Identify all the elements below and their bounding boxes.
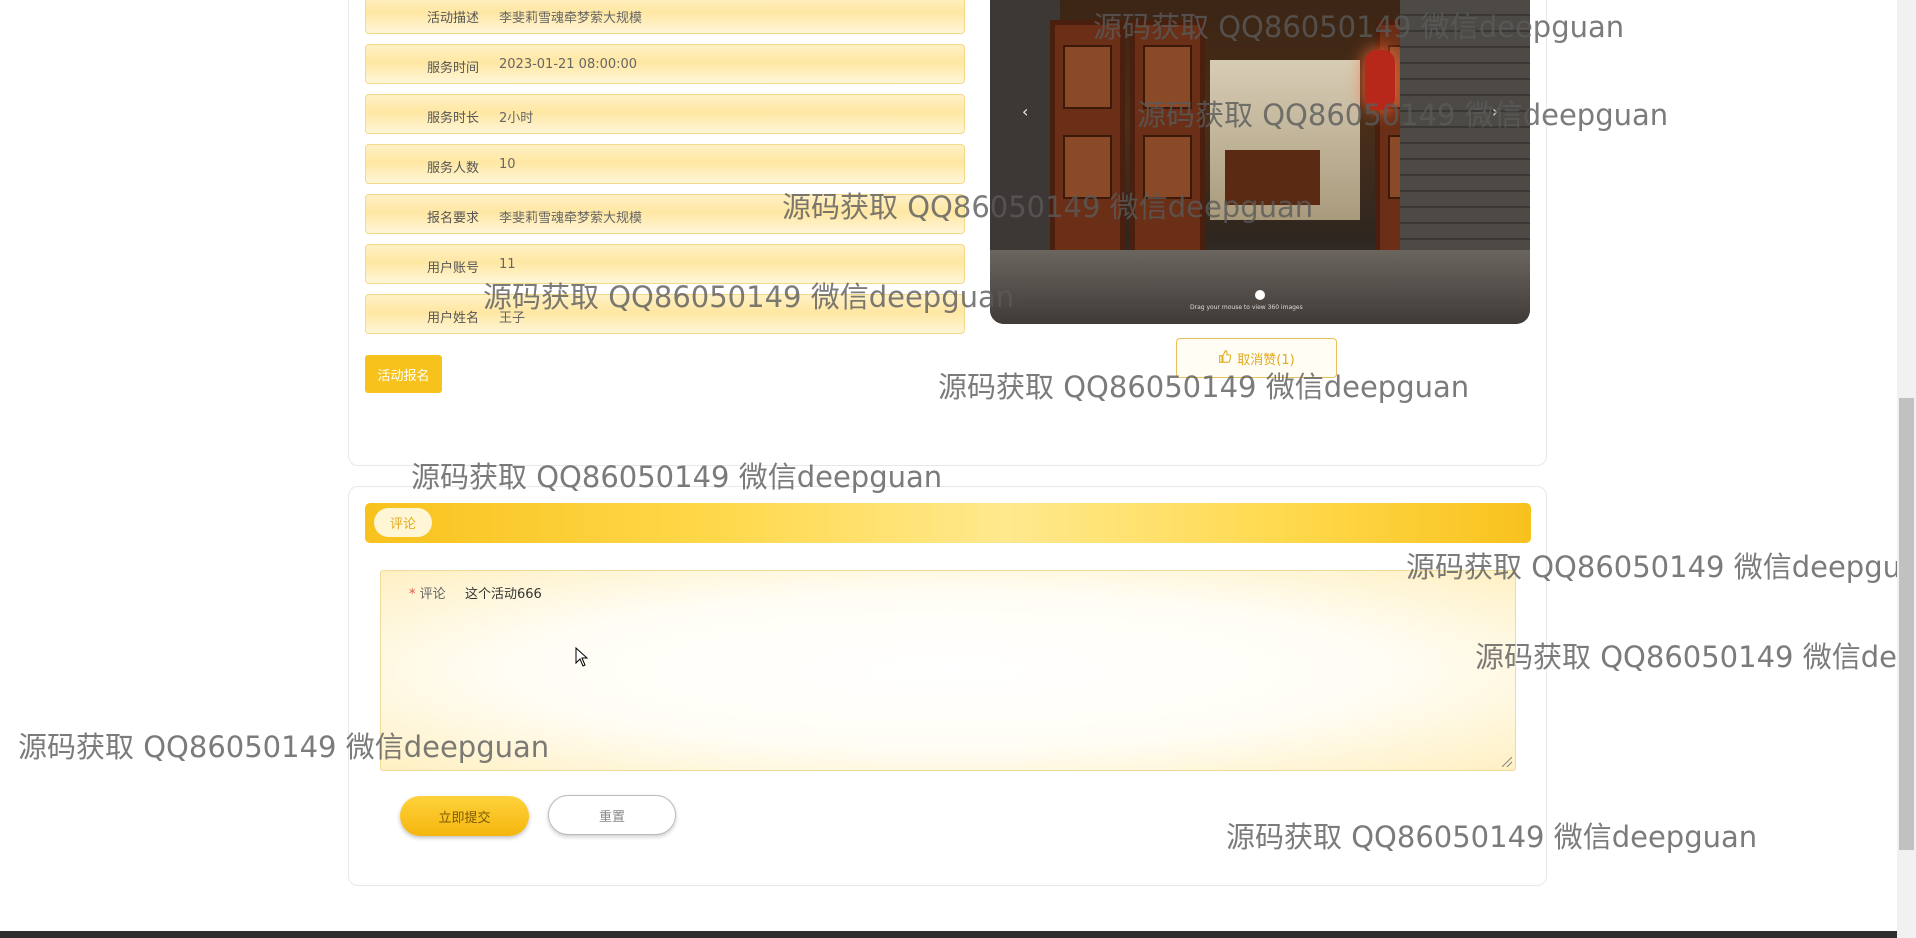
comment-textarea[interactable]: 这个活动666 [461, 579, 1509, 767]
submit-button[interactable]: 立即提交 [400, 796, 529, 836]
detail-row-username: 用户姓名 王子 [365, 294, 965, 334]
detail-label: 用户账号 [426, 261, 479, 276]
carousel-caption: Drag your mouse to view 360 images [1190, 304, 1303, 311]
detail-value: 2023-01-21 08:00:00 [499, 57, 638, 72]
tab-comment[interactable]: 评论 [374, 508, 432, 537]
detail-label: 报名要求 [426, 211, 479, 226]
detail-value: 王子 [499, 311, 526, 326]
reset-button[interactable]: 重置 [548, 795, 676, 835]
detail-value: 10 [499, 157, 516, 172]
detail-row-requirements: 报名要求 李斐莉雪魂牵梦萦大规模 [365, 194, 965, 234]
thumbs-up-icon [1218, 350, 1232, 366]
comment-form-field: * 评论 这个活动666 [380, 570, 1516, 771]
detail-label: 用户姓名 [426, 311, 479, 326]
comment-label: * 评论 [409, 583, 446, 602]
detail-row-headcount: 服务人数 10 [365, 144, 965, 184]
required-mark: * [409, 587, 416, 602]
detail-label: 服务时间 [426, 61, 479, 76]
detail-value: 李斐莉雪魂牵梦萦大规模 [499, 11, 643, 26]
detail-row-service-time: 服务时间 2023-01-21 08:00:00 [365, 44, 965, 84]
page-scrollbar[interactable] [1897, 0, 1916, 938]
detail-row-account: 用户账号 11 [365, 244, 965, 284]
detail-row-description: 活动描述 李斐莉雪魂牵梦萦大规模 [365, 0, 965, 34]
carousel-indicator-dot[interactable] [1255, 290, 1265, 300]
like-label: 取消赞(1) [1237, 352, 1295, 368]
carousel-prev-icon[interactable]: ‹ [1022, 102, 1028, 121]
detail-label: 服务人数 [426, 161, 479, 176]
detail-row-duration: 服务时长 2小时 [365, 94, 965, 134]
detail-value: 李斐莉雪魂牵梦萦大规模 [499, 211, 643, 226]
signup-button[interactable]: 活动报名 [365, 355, 442, 393]
carousel-next-icon[interactable]: › [1492, 102, 1498, 121]
comment-label-text: 评论 [419, 587, 446, 602]
comment-header-bar: 评论 [365, 503, 1531, 543]
page-footer [0, 931, 1897, 938]
detail-label: 服务时长 [426, 111, 479, 126]
detail-value: 11 [499, 257, 516, 272]
unlike-button[interactable]: 取消赞(1) [1176, 338, 1337, 378]
detail-value: 2小时 [499, 111, 534, 126]
scrollbar-thumb[interactable] [1899, 398, 1914, 850]
detail-label: 活动描述 [426, 11, 479, 26]
image-carousel[interactable]: ‹ › Drag your mouse to view 360 images [990, 0, 1530, 324]
resize-handle-icon[interactable] [1502, 757, 1512, 767]
